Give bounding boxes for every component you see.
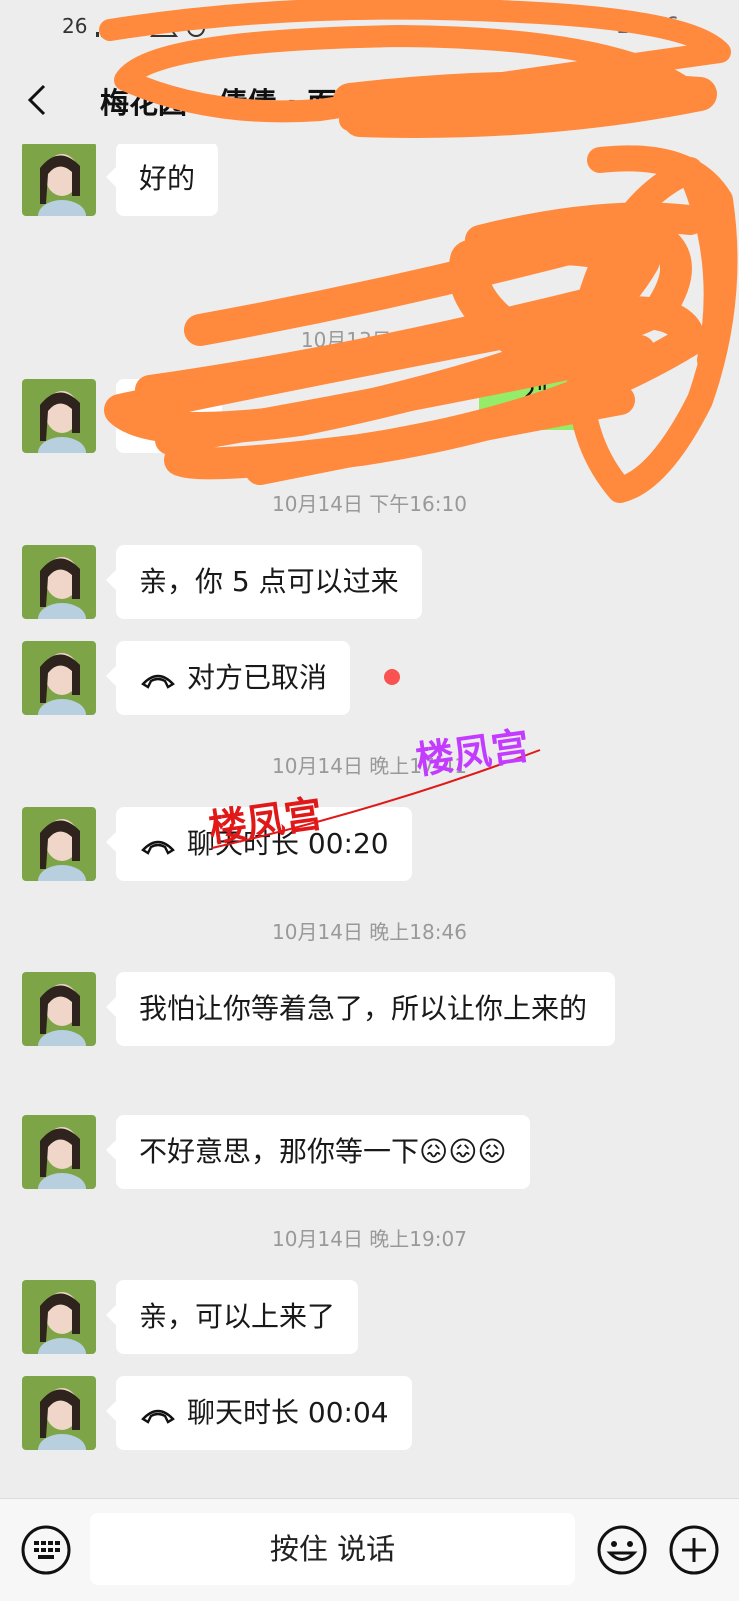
avatar[interactable] xyxy=(22,144,96,216)
avatar[interactable] xyxy=(22,972,96,1046)
signal-icon xyxy=(95,19,114,37)
unread-dot xyxy=(384,669,400,685)
clock: 11:46 xyxy=(615,14,679,39)
phone-hangup-icon xyxy=(141,674,175,689)
chat-header: 梅花园 · 倩倩 · 面 ··· xyxy=(0,56,739,144)
timestamp: 10月13日 下午 xyxy=(300,328,439,352)
message-bubble[interactable]: 好的 xyxy=(105,144,219,216)
keyboard-icon[interactable] xyxy=(20,1524,72,1576)
network-label: 26 xyxy=(62,14,88,38)
signal-indicator: 26 xyxy=(62,14,214,39)
avatar[interactable] xyxy=(22,807,96,881)
input-bar: 按住 说话 xyxy=(0,1498,739,1601)
timestamp: 10月14日 晚上19:07 xyxy=(272,1227,467,1251)
call-status-text: 对方已取消 xyxy=(187,661,328,694)
status-bar: 26 11:46 xyxy=(0,0,739,56)
avatar[interactable] xyxy=(22,1115,96,1189)
sent-voice-bubble[interactable]: 2" xyxy=(479,358,589,430)
hold-to-talk-button[interactable]: 按住 说话 xyxy=(90,1513,575,1585)
more-button[interactable]: ··· xyxy=(676,76,705,111)
message-bubble[interactable]: 亲，可以上来了 xyxy=(105,1280,359,1354)
phone-hangup-icon xyxy=(141,1409,175,1424)
chat-title: 梅花园 · 倩倩 · 面 xyxy=(100,86,337,120)
timestamp: 10月14日 下午16:10 xyxy=(272,492,467,516)
call-record-bubble[interactable]: 对方已取消 xyxy=(105,641,351,715)
back-icon[interactable] xyxy=(24,82,52,118)
notification-icons xyxy=(133,17,206,37)
emoji-icon[interactable] xyxy=(596,1524,648,1576)
message-bubble[interactable]: 我怕让你等着急了，所以让你上来的 xyxy=(106,972,615,1046)
message-bubble[interactable]: 不好意思，那你等一下😖😖😖 xyxy=(106,1115,530,1189)
avatar[interactable] xyxy=(22,379,96,453)
message-list[interactable]: 好的 2" 10月13日 下午 10月14日 下午16:10 亲，你 5 点可以… xyxy=(0,144,739,1498)
call-duration-text: 聊天时长 00:04 xyxy=(187,1396,389,1429)
timestamp: 10月14日 晚上18:46 xyxy=(272,920,467,944)
message-bubble[interactable]: 亲，你 5 点可以过来 xyxy=(106,545,422,619)
avatar[interactable] xyxy=(22,1376,96,1450)
plus-icon[interactable] xyxy=(668,1524,720,1576)
avatar[interactable] xyxy=(22,545,96,619)
avatar[interactable] xyxy=(22,641,96,715)
phone-hangup-icon xyxy=(141,840,175,855)
timestamp: 10月14日 晚上17:41 xyxy=(272,754,467,778)
call-record-bubble[interactable]: 聊天时长 00:04 xyxy=(106,1376,412,1450)
message-bubble[interactable] xyxy=(106,379,222,453)
avatar[interactable] xyxy=(22,1280,96,1354)
